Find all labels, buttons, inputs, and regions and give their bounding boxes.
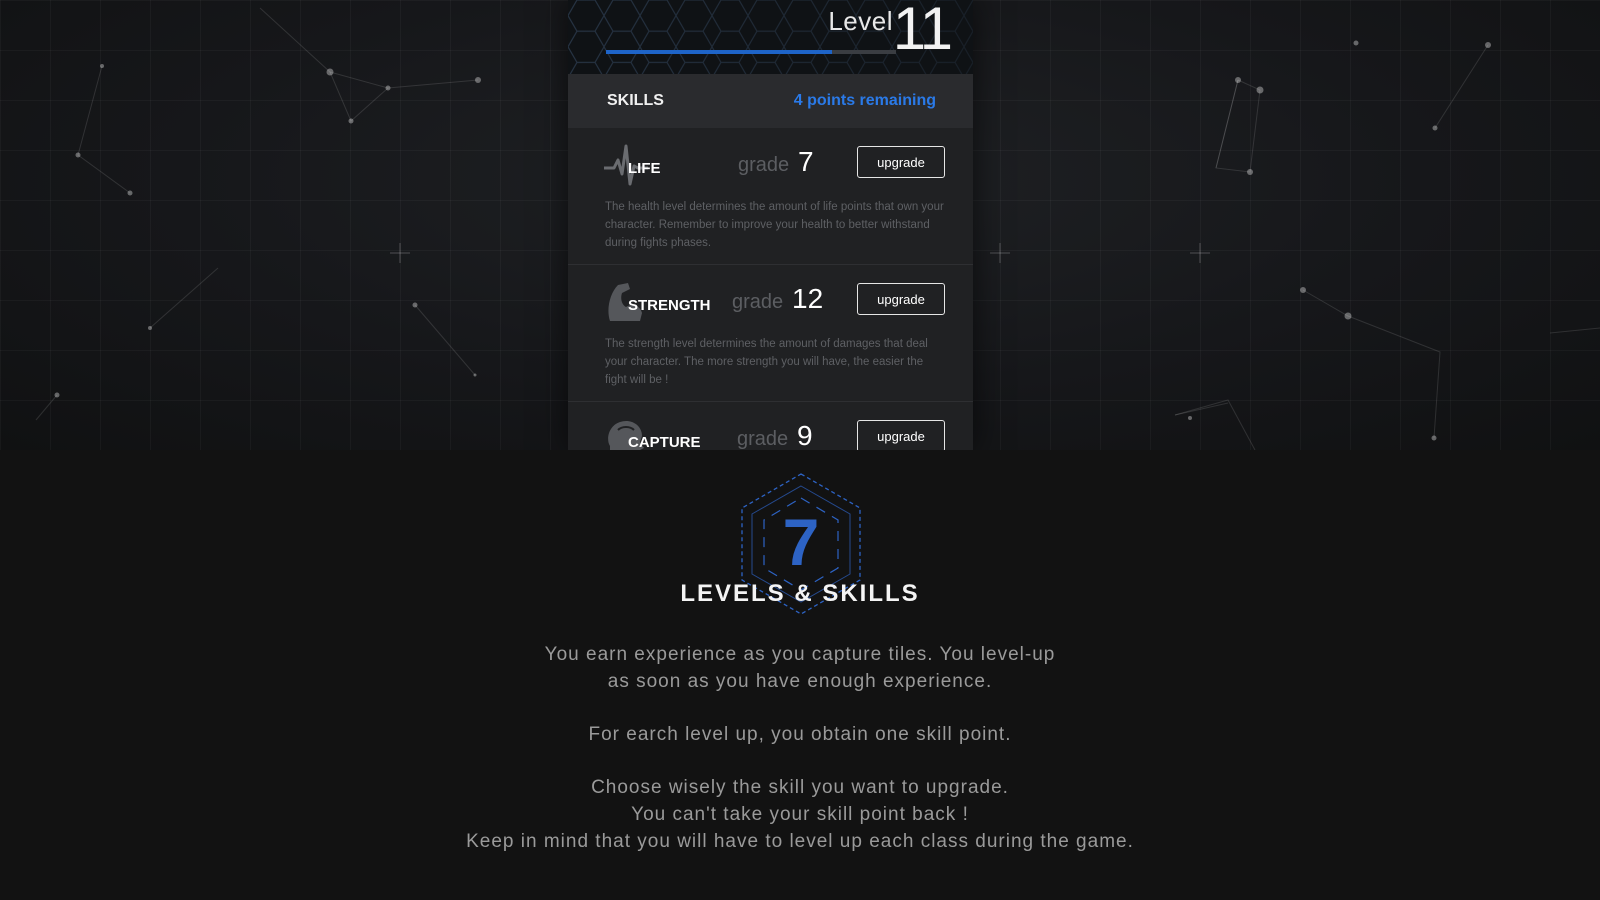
skill-name-strength: STRENGTH [628,297,711,314]
paragraph-line: For earch level up, you obtain one skill… [588,724,1012,745]
xp-progress-bar [606,50,896,54]
grade-label: grade [738,154,790,176]
skill-row-life: LIFE grade 7 upgrade The health level de… [568,128,973,265]
paragraph-line: as soon as you have enough experience. [607,671,993,692]
hero-banner: Level 11 SKILLS 4 points remaining LIFE … [0,0,1600,450]
paragraph-line: You earn experience as you capture tiles… [544,644,1056,665]
grade-value-strength: 12 [792,283,824,314]
badge-number: 7 [782,505,820,579]
upgrade-advice-paragraph: Choose wisely the skill you want to upgr… [0,774,1600,855]
skill-row-capture: CAPTURE grade 9 upgrade [568,402,973,450]
skill-name-life: LIFE [628,160,661,177]
paragraph-line: Keep in mind that you will have to level… [466,831,1134,852]
skill-row-strength: STRENGTH grade 12 upgrade The strength l… [568,265,973,402]
grade-value-life: 7 [798,146,814,177]
skill-description-life: The health level determines the amount o… [605,201,944,249]
grade-label: grade [737,428,789,450]
xp-progress-fill [606,50,833,54]
paragraph-line: You can't take your skill point back ! [631,804,969,825]
skill-description-strength: The strength level determines the amount… [605,338,928,386]
section-title: LEVELS & SKILLS [680,580,920,607]
upgrade-capture-button[interactable]: upgrade [857,420,945,450]
points-remaining: 4 points remaining [793,92,936,109]
level-number: 11 [892,0,953,62]
skills-bar: SKILLS 4 points remaining [568,74,973,128]
skill-name-capture: CAPTURE [628,434,701,450]
skill-point-paragraph: For earch level up, you obtain one skill… [0,721,1600,748]
grade-value-capture: 9 [797,420,813,450]
grade-label: grade [732,291,784,313]
paragraph-line: Choose wisely the skill you want to upgr… [591,777,1009,798]
level-header: Level 11 [568,0,973,74]
intro-paragraph: You earn experience as you capture tiles… [0,641,1600,695]
upgrade-life-button[interactable]: upgrade [857,146,945,178]
level-label: Level [828,6,893,36]
skills-panel: Level 11 SKILLS 4 points remaining LIFE … [568,0,973,450]
upgrade-strength-button[interactable]: upgrade [857,283,945,315]
skills-title: SKILLS [607,92,664,109]
